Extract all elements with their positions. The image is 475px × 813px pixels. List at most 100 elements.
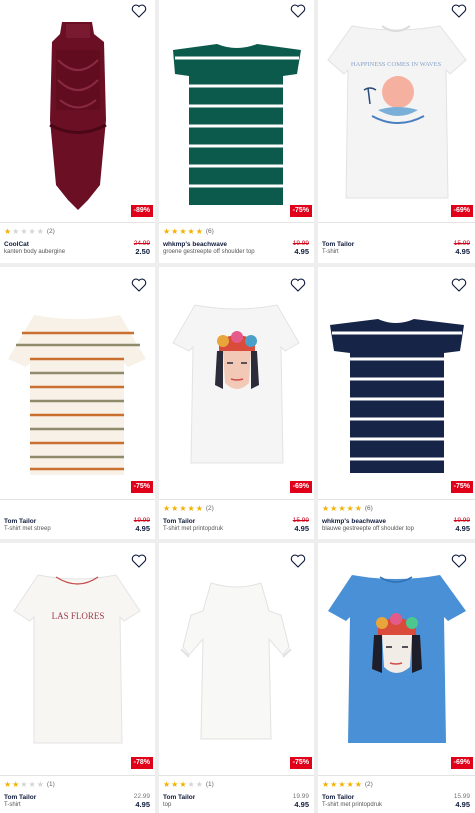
star-icon: ★ (187, 503, 195, 513)
sale-price: 4.95 (294, 524, 309, 533)
product-info: ★ ★ ★ ★ ★ (2) CoolCat kanten body aubergine … (4, 227, 150, 263)
product-card[interactable]: -75% Tom Tailor T-shirt met streep 19.99… (0, 267, 155, 539)
sale-price: 4.95 (135, 800, 150, 809)
product-image[interactable] (159, 543, 314, 775)
product-info: ★ ★ ★ ★ ★ (6) whkmp's beachwave groene gestr… (163, 227, 309, 263)
star-icon: ★ (322, 779, 330, 789)
product-image[interactable]: LAS FLORES (0, 543, 155, 775)
product-description[interactable]: T-shirt (322, 249, 339, 263)
rating-stars: ★ ★ ★ ★ ★ (2) (322, 780, 470, 789)
review-count: (6) (205, 227, 214, 235)
product-card[interactable]: -69% ★ ★ ★ ★ ★ (2) Tom Tailor T-shirt met pr… (159, 267, 314, 539)
product-card[interactable]: -89% ★ ★ ★ ★ ★ (2) CoolCat kanten body auber… (0, 0, 155, 263)
product-info: Tom Tailor T-shirt 15.99 4.95 (322, 227, 470, 263)
divider (0, 222, 155, 223)
rating-stars (4, 504, 150, 513)
old-price: 22.99 (133, 793, 150, 800)
product-brand[interactable]: Tom Tailor (4, 794, 150, 801)
star-icon: ★ (179, 503, 187, 513)
product-image[interactable] (0, 267, 155, 499)
rating-stars: ★ ★ ★ ★ ★ (2) (4, 227, 150, 236)
product-grid: -89% ★ ★ ★ ★ ★ (2) CoolCat kanten body auber… (0, 0, 475, 813)
star-icon: ★ (330, 503, 338, 513)
product-brand[interactable]: Tom Tailor (322, 794, 470, 801)
product-brand[interactable]: Tom Tailor (4, 518, 150, 525)
discount-badge: -75% (130, 481, 153, 493)
rating-stars: ★ ★ ★ ★ ★ (6) (322, 504, 470, 513)
product-info: Tom Tailor T-shirt met streep 19.99 4.95 (4, 504, 150, 539)
product-card[interactable]: -75% ★ ★ ★ ★ ★ (1) Tom Tailor top 19.99 4.95 (159, 543, 314, 813)
star-icon: ★ (346, 779, 354, 789)
rating-stars: ★ ★ ★ ★ ★ (1) (163, 780, 309, 789)
review-count: (2) (46, 227, 55, 235)
divider (159, 499, 314, 500)
product-brand[interactable]: Tom Tailor (322, 241, 470, 248)
product-brand[interactable]: whkmp's beachwave (163, 241, 309, 248)
divider (318, 499, 475, 500)
product-brand[interactable]: Tom Tailor (163, 794, 309, 801)
product-image[interactable]: HAPPINESS COMES IN WAVES (318, 0, 475, 222)
product-card[interactable]: -75% ★ ★ ★ ★ ★ (6) whkmp's beachwave blauwe … (318, 267, 475, 539)
product-card[interactable]: HAPPINESS COMES IN WAVES -69% Tom Tailor… (318, 0, 475, 263)
review-count: (1) (46, 780, 55, 788)
product-description[interactable]: groene gestreepte off shoulder top (163, 249, 255, 263)
product-description[interactable]: T-shirt met printopdruk (322, 802, 382, 813)
star-icon: ★ (322, 503, 330, 513)
product-image[interactable] (318, 267, 475, 499)
product-image[interactable] (159, 267, 314, 499)
divider (318, 775, 475, 776)
wishlist-heart-icon[interactable] (131, 4, 147, 18)
wishlist-heart-icon[interactable] (290, 554, 306, 568)
old-price: 15.99 (453, 793, 470, 800)
wishlist-heart-icon[interactable] (451, 4, 467, 18)
product-card[interactable]: -75% ★ ★ ★ ★ ★ (6) whkmp's beachwave groene … (159, 0, 314, 263)
product-image[interactable] (318, 543, 475, 775)
product-description[interactable]: T-shirt met printopdruk (163, 526, 223, 539)
product-info: ★ ★ ★ ★ ★ (2) Tom Tailor T-shirt met printop… (163, 504, 309, 539)
product-brand[interactable]: whkmp's beachwave (322, 518, 470, 525)
rating-stars: ★ ★ ★ ★ ★ (6) (163, 227, 309, 236)
product-image[interactable] (159, 0, 314, 222)
product-brand[interactable]: CoolCat (4, 241, 150, 248)
star-icon: ★ (20, 779, 28, 789)
product-description[interactable]: kanten body aubergine (4, 249, 65, 263)
wishlist-heart-icon[interactable] (290, 278, 306, 292)
product-description[interactable]: top (163, 802, 171, 813)
star-icon: ★ (4, 226, 12, 236)
star-icon: ★ (163, 503, 171, 513)
star-icon: ★ (12, 226, 20, 236)
product-brand[interactable]: Tom Tailor (163, 518, 309, 525)
review-count: (2) (364, 780, 373, 788)
sale-price: 4.95 (294, 800, 309, 809)
star-icon: ★ (195, 226, 203, 236)
star-icon: ★ (171, 226, 179, 236)
sale-price: 4.95 (455, 524, 470, 533)
product-description[interactable]: T-shirt (4, 802, 21, 813)
old-price: 19.99 (453, 517, 470, 524)
product-card[interactable]: -69% ★ ★ ★ ★ ★ (2) Tom Tailor T-shirt met pr… (318, 543, 475, 813)
star-icon: ★ (195, 503, 203, 513)
product-description[interactable]: blauwe gestreepte off shoulder top (322, 526, 414, 539)
discount-badge: -78% (130, 757, 153, 769)
product-card[interactable]: LAS FLORES -78% ★ ★ ★ ★ ★ (1) Tom Tailor T-s… (0, 543, 155, 813)
star-icon: ★ (354, 779, 362, 789)
rating-stars: ★ ★ ★ ★ ★ (2) (163, 504, 309, 513)
print-text: HAPPINESS COMES IN WAVES (351, 61, 442, 68)
star-icon: ★ (330, 779, 338, 789)
product-image[interactable] (0, 0, 155, 222)
star-icon: ★ (4, 779, 12, 789)
wishlist-heart-icon[interactable] (131, 278, 147, 292)
divider (318, 222, 475, 223)
discount-badge: -89% (130, 205, 153, 217)
sale-price: 4.95 (135, 524, 150, 533)
wishlist-heart-icon[interactable] (451, 554, 467, 568)
product-description[interactable]: T-shirt met streep (4, 526, 51, 539)
wishlist-heart-icon[interactable] (451, 278, 467, 292)
star-icon: ★ (338, 779, 346, 789)
wishlist-heart-icon[interactable] (131, 554, 147, 568)
star-icon: ★ (12, 779, 20, 789)
divider (0, 499, 155, 500)
star-icon: ★ (179, 226, 187, 236)
wishlist-heart-icon[interactable] (290, 4, 306, 18)
discount-badge: -69% (450, 205, 473, 217)
